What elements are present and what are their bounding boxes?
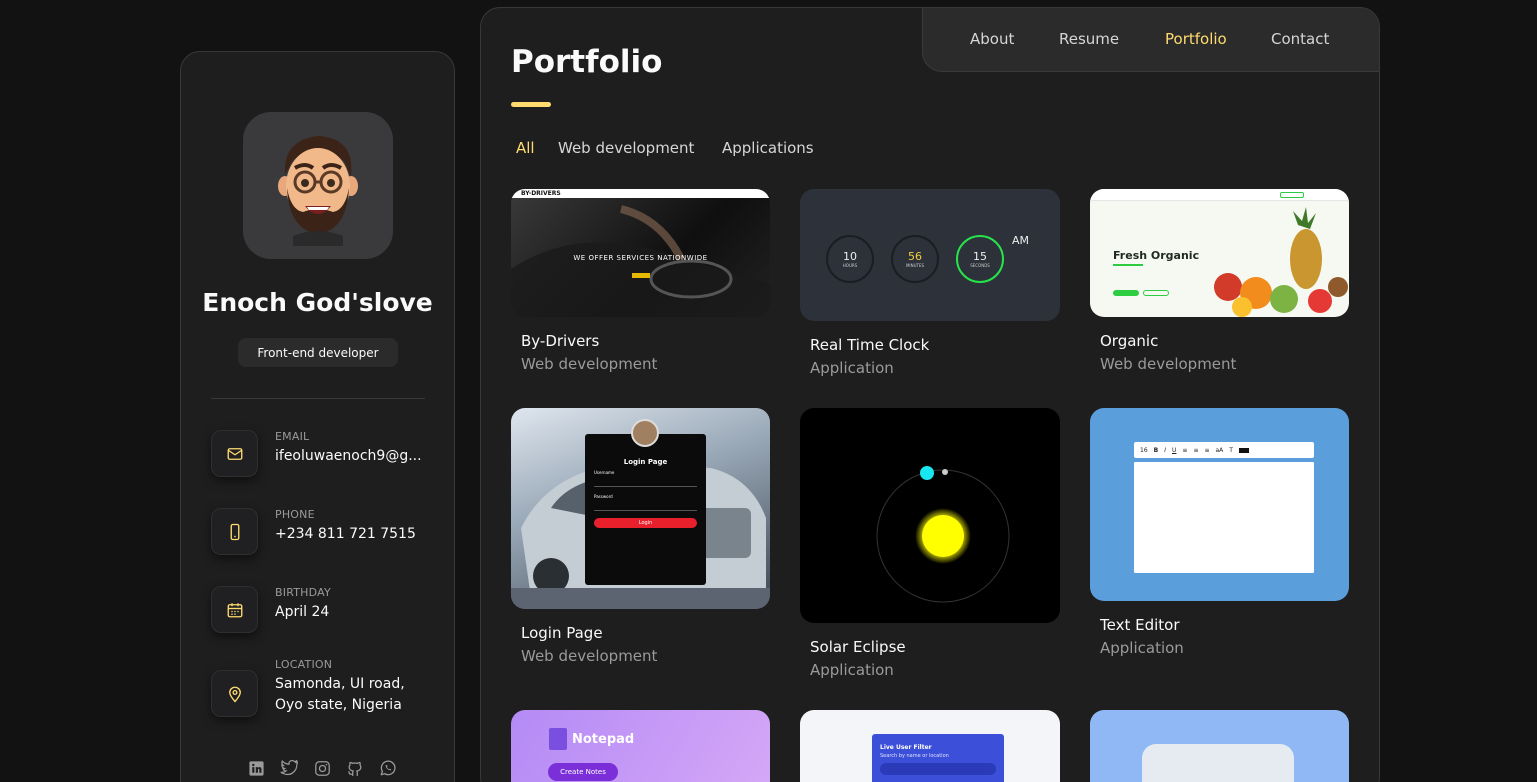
project-title: By-Drivers <box>521 332 600 350</box>
project-card-text-editor[interactable]: 16 BIU ≡ ≡ ≡ aA T Text Editor Application <box>1090 408 1350 668</box>
contact-location: LOCATION Samonda, UI road, Oyo state, Ni… <box>211 658 425 717</box>
project-category: Web development <box>1100 355 1237 373</box>
create-notes-button: Create Notes <box>548 763 618 781</box>
car-interior-image <box>511 205 770 317</box>
profile-name: Enoch God'slove <box>202 288 433 317</box>
sidebar-separator <box>211 398 425 399</box>
nav-contact[interactable]: Contact <box>1271 30 1329 48</box>
editor-toolbar: 16 BIU ≡ ≡ ≡ aA T <box>1134 442 1314 458</box>
location-line2: Oyo state, Nigeria <box>275 697 402 713</box>
phone-label: PHONE <box>275 508 315 521</box>
location-label: LOCATION <box>275 658 333 671</box>
fruit-basket-image <box>1214 207 1348 317</box>
email-label: EMAIL <box>275 430 310 443</box>
project-card-live-user-filter[interactable]: Live User Filter Search by name or locat… <box>800 710 1060 782</box>
title-underline <box>511 102 551 107</box>
location-pin-icon <box>211 670 258 717</box>
project-thumbnail[interactable] <box>1090 710 1349 782</box>
project-card-organic[interactable]: Fresh Organic Organic Web development <box>1090 189 1350 379</box>
thumb-headline: WE OFFER SERVICES NATIONWIDE <box>573 254 708 262</box>
project-thumbnail[interactable]: Login Page Username Password Login <box>511 408 770 609</box>
profile-title-badge: Front-end developer <box>238 338 398 367</box>
clock-period: AM <box>1012 234 1030 247</box>
project-thumbnail[interactable] <box>800 408 1060 623</box>
instagram-icon[interactable] <box>312 758 332 778</box>
contact-phone: PHONE +234 811 721 7515 <box>211 508 425 555</box>
project-thumbnail[interactable]: Live User Filter Search by name or locat… <box>800 710 1060 782</box>
project-title: Login Page <box>521 624 603 642</box>
clock-seconds: 15 SECONDS <box>956 235 1004 283</box>
project-card-solar-eclipse[interactable]: Solar Eclipse Application <box>800 408 1060 683</box>
project-title: Organic <box>1100 332 1159 350</box>
contact-birthday: BIRTHDAY April 24 <box>211 586 425 633</box>
calendar-icon <box>211 586 258 633</box>
github-icon[interactable] <box>345 758 365 778</box>
project-thumbnail[interactable]: BY-DRIVERS WE OFFER SERVICES NATIONWIDE <box>511 189 770 317</box>
project-card-real-time-clock[interactable]: 10 HOURS 56 MINUTES 15 SECONDS AM Real T… <box>800 189 1060 384</box>
login-avatar-icon <box>631 419 659 447</box>
login-form-mock: Login Page Username Password Login <box>585 434 706 585</box>
project-card-notepad[interactable]: Notepad Create Notes <box>511 710 771 782</box>
contact-email: EMAIL ifeoluwaenoch9@g... <box>211 430 425 477</box>
nav-about[interactable]: About <box>970 30 1014 48</box>
whatsapp-icon[interactable] <box>378 758 398 778</box>
editor-textarea <box>1134 462 1314 573</box>
project-thumbnail[interactable]: Fresh Organic <box>1090 189 1349 317</box>
social-links <box>246 758 398 778</box>
sidebar: Enoch God'slove Front-end developer EMAI… <box>180 51 455 782</box>
nav-portfolio[interactable]: Portfolio <box>1165 30 1227 48</box>
project-card-row3-3[interactable] <box>1090 710 1350 782</box>
filter-web-development[interactable]: Web development <box>558 139 694 157</box>
clock-hours: 10 HOURS <box>826 235 874 283</box>
birthday-label: BIRTHDAY <box>275 586 331 599</box>
memoji-avatar-icon <box>278 135 358 246</box>
project-thumbnail[interactable]: 10 HOURS 56 MINUTES 15 SECONDS AM <box>800 189 1060 321</box>
filter-header-mock: Live User Filter Search by name or locat… <box>872 734 1004 782</box>
mail-icon <box>211 430 258 477</box>
project-category: Application <box>1100 639 1184 657</box>
project-title: Text Editor <box>1100 616 1180 634</box>
navbar: About Resume Portfolio Contact <box>922 8 1379 72</box>
thumb-headline: Notepad <box>572 732 635 747</box>
twitter-icon[interactable] <box>279 758 299 778</box>
avatar <box>243 112 393 259</box>
project-thumbnail[interactable]: Notepad Create Notes <box>511 710 770 782</box>
birthday-value: April 24 <box>275 604 330 620</box>
nav-resume[interactable]: Resume <box>1059 30 1119 48</box>
project-card-login-page[interactable]: Login Page Username Password Login Login… <box>511 408 771 673</box>
project-title: Solar Eclipse <box>810 638 906 656</box>
project-category: Web development <box>521 355 658 373</box>
solar-eclipse-image <box>876 466 1010 603</box>
page-title: Portfolio <box>511 44 663 80</box>
project-category: Application <box>810 359 894 377</box>
notepad-icon <box>549 728 567 750</box>
project-card-by-drivers[interactable]: BY-DRIVERS WE OFFER SERVICES NATIONWIDE … <box>511 189 771 379</box>
project-category: Application <box>810 661 894 679</box>
linkedin-icon[interactable] <box>246 758 266 778</box>
phone-icon <box>211 508 258 555</box>
project-category: Web development <box>521 647 658 665</box>
thumb-headline: Fresh Organic <box>1113 249 1200 262</box>
filter-applications[interactable]: Applications <box>722 139 814 157</box>
project-thumbnail[interactable]: 16 BIU ≡ ≡ ≡ aA T <box>1090 408 1349 601</box>
filter-all[interactable]: All <box>516 139 535 157</box>
phone-value[interactable]: +234 811 721 7515 <box>275 524 416 545</box>
main-panel: About Resume Portfolio Contact Portfolio… <box>480 7 1380 782</box>
project-title: Real Time Clock <box>810 336 930 354</box>
email-value[interactable]: ifeoluwaenoch9@g... <box>275 446 422 467</box>
clock-minutes: 56 MINUTES <box>891 235 939 283</box>
location-line1: Samonda, UI road, <box>275 676 405 692</box>
